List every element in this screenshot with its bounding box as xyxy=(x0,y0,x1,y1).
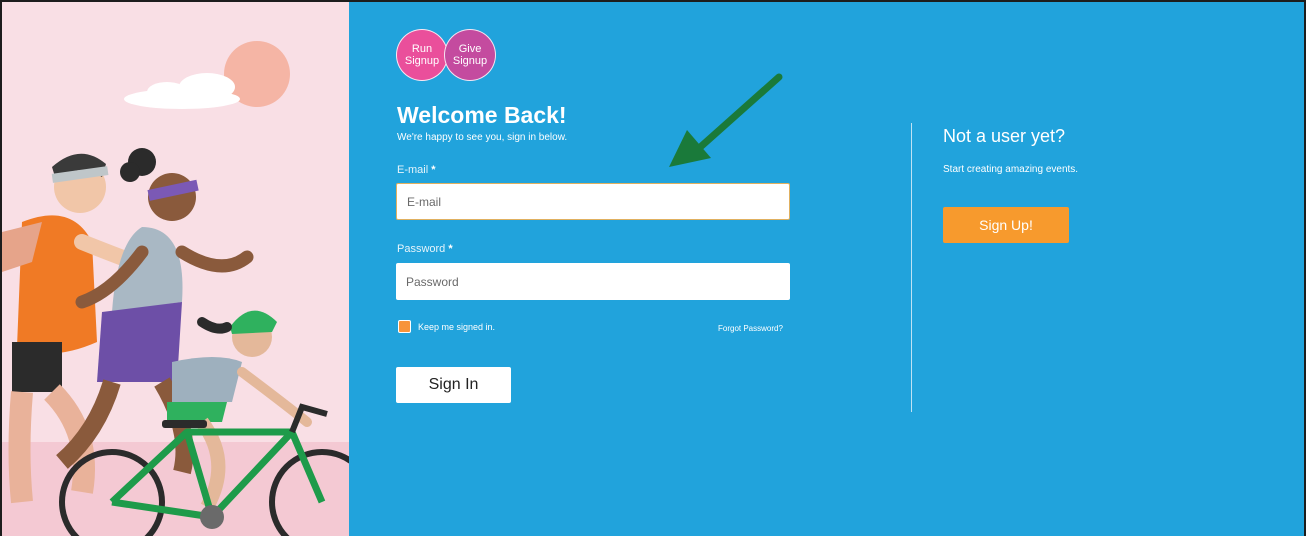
not-a-user-title: Not a user yet? xyxy=(943,126,1066,146)
email-label-text: E-mail xyxy=(397,164,429,176)
logo-run-text: Run xyxy=(411,43,433,55)
password-input[interactable] xyxy=(396,263,790,300)
keep-signed-in-checkbox[interactable] xyxy=(398,320,411,333)
sign-in-button[interactable]: Sign In xyxy=(396,367,511,403)
logo-give-signup-text: Signup xyxy=(452,55,488,67)
welcome-subtitle: We're happy to see you, sign in below. xyxy=(397,132,568,143)
logo-run-signup-text: Signup xyxy=(404,55,440,67)
password-label: Password * xyxy=(397,243,453,255)
forgot-password-link[interactable]: Forgot Password? xyxy=(718,324,783,333)
password-required-mark: * xyxy=(448,243,453,255)
email-label: E-mail * xyxy=(397,164,436,176)
email-input[interactable] xyxy=(396,183,790,220)
arrow-annotation-icon xyxy=(669,73,783,167)
password-label-text: Password xyxy=(397,243,446,255)
email-required-mark: * xyxy=(431,164,436,176)
runsignup-logo: Run Signup xyxy=(396,29,448,81)
givesignup-logo: Give Signup xyxy=(444,29,496,81)
login-panel: Run Signup Give Signup Welcome Back! We'… xyxy=(349,2,1304,536)
runners-cyclist-illustration xyxy=(2,2,349,536)
panel-divider xyxy=(911,123,912,412)
welcome-title: Welcome Back! xyxy=(397,102,567,128)
hero-illustration xyxy=(2,2,349,536)
keep-signed-in-label[interactable]: Keep me signed in. xyxy=(418,322,495,332)
signup-subtitle: Start creating amazing events. xyxy=(943,164,1079,175)
logo-give-text: Give xyxy=(458,43,482,55)
login-page: Run Signup Give Signup Welcome Back! We'… xyxy=(0,0,1306,536)
runsignup-givesignup-logo[interactable]: Run Signup Give Signup xyxy=(396,29,498,81)
sign-up-button[interactable]: Sign Up! xyxy=(943,207,1069,243)
